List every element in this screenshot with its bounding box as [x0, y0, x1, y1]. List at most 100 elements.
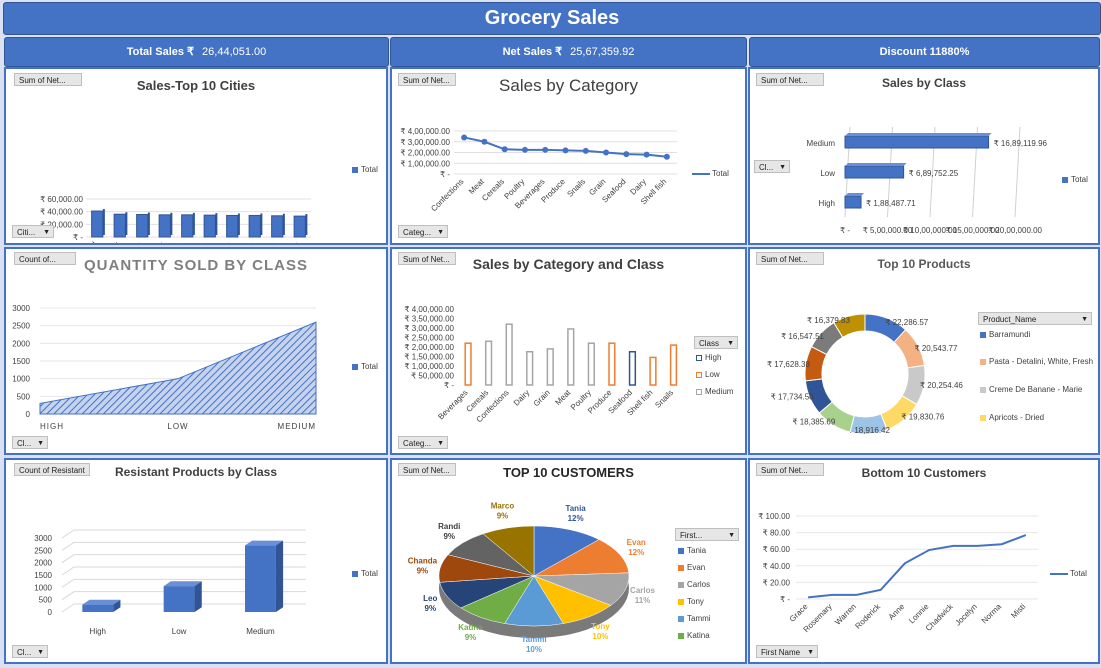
legend-item-high: High	[696, 353, 721, 362]
legend-item: Total	[692, 169, 729, 178]
slice-percent-label: 12%	[628, 548, 644, 557]
chevron-down-icon: ▼	[727, 340, 734, 347]
chart-sales-by-category: ₹ 4,00,000.00₹ 3,00,000.00₹ 2,00,000.00₹…	[400, 127, 677, 213]
legend-item: Barramundi	[980, 330, 1030, 339]
y-tick-label: ₹ -	[73, 233, 83, 242]
legend-title: Product_Name	[983, 315, 1037, 324]
y-tick-label: ₹ -	[440, 170, 450, 179]
bar-top	[845, 193, 865, 196]
legend-swatch	[1050, 572, 1068, 575]
x-tick-label: Beverages	[436, 388, 469, 421]
y-tick-label: ₹ -	[444, 381, 454, 390]
legend-swatch	[352, 363, 358, 370]
data-point	[643, 151, 650, 158]
filter-label: First...	[680, 531, 703, 540]
slice-percent-label: 10%	[526, 645, 542, 654]
legend-swatch	[352, 166, 358, 173]
bar-top	[845, 163, 907, 166]
filter-label: Cl...	[17, 439, 32, 448]
y-tick-label: 3000	[34, 534, 52, 543]
y-tick-label: 0	[26, 410, 31, 419]
filter-icon: ▼	[807, 649, 814, 656]
legend-item: Tania	[678, 546, 706, 555]
kpi-total-sales-value: 26,44,051.00	[202, 46, 267, 58]
legend-label: Low	[705, 370, 720, 379]
x-tick-label: Chadwick	[924, 601, 956, 633]
y-tick-label: ₹ 50,000.00	[411, 372, 454, 381]
y-tick-label: 1000	[34, 583, 52, 592]
filter-label: Categ...	[403, 439, 432, 448]
y-tick-label: High	[819, 199, 835, 208]
kpi-net-sales: Net Sales ₹ 25,67,359.92	[390, 37, 747, 67]
bar-side	[305, 214, 308, 235]
class-filter-button[interactable]: Cl... ▼	[12, 645, 48, 658]
y-tick-label: Low	[820, 169, 835, 178]
legend-swatch	[696, 388, 702, 395]
y-tick-label: 2000	[34, 559, 52, 568]
legend-swatch	[678, 615, 684, 622]
legend-item: Total	[352, 569, 378, 578]
y-tick-label: 500	[39, 596, 53, 605]
bar-medium	[546, 348, 554, 386]
bar	[844, 195, 862, 209]
bar-side	[147, 212, 150, 235]
legend-label: Total	[361, 569, 378, 578]
bar	[181, 214, 194, 238]
y-tick-label: ₹ 1,00,000.00	[404, 362, 454, 371]
bar	[248, 214, 261, 238]
chart-bottom-customers: ₹ 100.00 ₹ 80.00 ₹ 60.00 ₹ 40.00 ₹ 20.00 ₹ -G…	[758, 512, 1038, 634]
product-filter-button[interactable]: Product_Name ▼	[978, 312, 1092, 325]
data-point	[521, 146, 528, 153]
y-tick-label: ₹ 4,00,000.00	[404, 305, 454, 314]
bar	[844, 165, 905, 179]
y-tick-label: ₹ 1,50,000.00	[404, 353, 454, 362]
slice-name-label: Marco	[491, 502, 515, 511]
legend-item: Pasta - Detalini, White, Fresh	[980, 357, 1093, 366]
bar-high	[628, 351, 637, 386]
x-tick-label: Houston	[274, 240, 301, 243]
kpi-discount-label: Discount 11880%	[879, 46, 970, 58]
legend-label: Carlos	[687, 580, 711, 589]
y-tick-label: ₹ 4,00,000.00	[400, 127, 450, 136]
city-filter-button[interactable]: Citi... ▼	[12, 225, 54, 238]
category-filter-button[interactable]: Categ... ▼	[398, 436, 448, 449]
x-tick-label: High	[90, 627, 106, 636]
legend-swatch	[678, 581, 684, 588]
legend-item: Total	[1050, 569, 1087, 578]
slice-name-label: Katina	[458, 623, 483, 632]
legend-swatch	[352, 570, 358, 577]
data-label: ₹ 19,830.76	[901, 413, 944, 422]
bar	[91, 210, 104, 238]
x-tick-label: Grace	[788, 602, 810, 624]
legend-label: Medium	[705, 387, 734, 396]
class-legend-button[interactable]: Class ▼	[694, 336, 738, 349]
first-name-filter-button[interactable]: First... ▼	[675, 528, 739, 541]
legend-swatch	[980, 414, 986, 421]
bar	[113, 213, 126, 238]
class-filter-button[interactable]: Cl... ▼	[754, 160, 790, 173]
bar	[203, 214, 216, 238]
data-label: ₹ 20,254.46	[920, 381, 963, 390]
y-tick-label: 2500	[12, 322, 30, 331]
legend-item: Carlos	[678, 580, 710, 589]
bar-side	[102, 209, 105, 235]
legend-label: Creme De Banane - Marie	[989, 385, 1083, 394]
x-tick-label: Cereals	[480, 177, 506, 203]
y-tick-label: ₹ 3,50,000.00	[404, 315, 454, 324]
y-tick-label: ₹ 2,00,000.00	[400, 149, 450, 158]
class-filter-button[interactable]: Cl... ▼	[12, 436, 48, 449]
dashboard-title: Grocery Sales	[3, 2, 1101, 35]
filter-label: Citi...	[17, 228, 36, 237]
x-tick-label: LOW	[167, 422, 188, 431]
y-tick-label: 2500	[34, 546, 52, 555]
x-tick-label: MEDIUM	[278, 422, 316, 431]
first-name-filter-button[interactable]: First Name ▼	[756, 645, 818, 658]
chevron-down-icon: ▼	[437, 229, 444, 236]
chart-sales-top-cities: ₹ 60,000.00₹ 40,000.00₹ 20,000.00₹ -Garl…	[40, 195, 311, 243]
bar-low	[464, 342, 472, 386]
category-filter-button[interactable]: Categ... ▼	[398, 225, 448, 238]
y-tick-label: ₹ -	[780, 595, 790, 604]
slice-name-label: Carlos	[630, 586, 655, 595]
x-tick-label: Misti	[1009, 602, 1027, 620]
x-tick-label: Anne	[887, 602, 907, 622]
